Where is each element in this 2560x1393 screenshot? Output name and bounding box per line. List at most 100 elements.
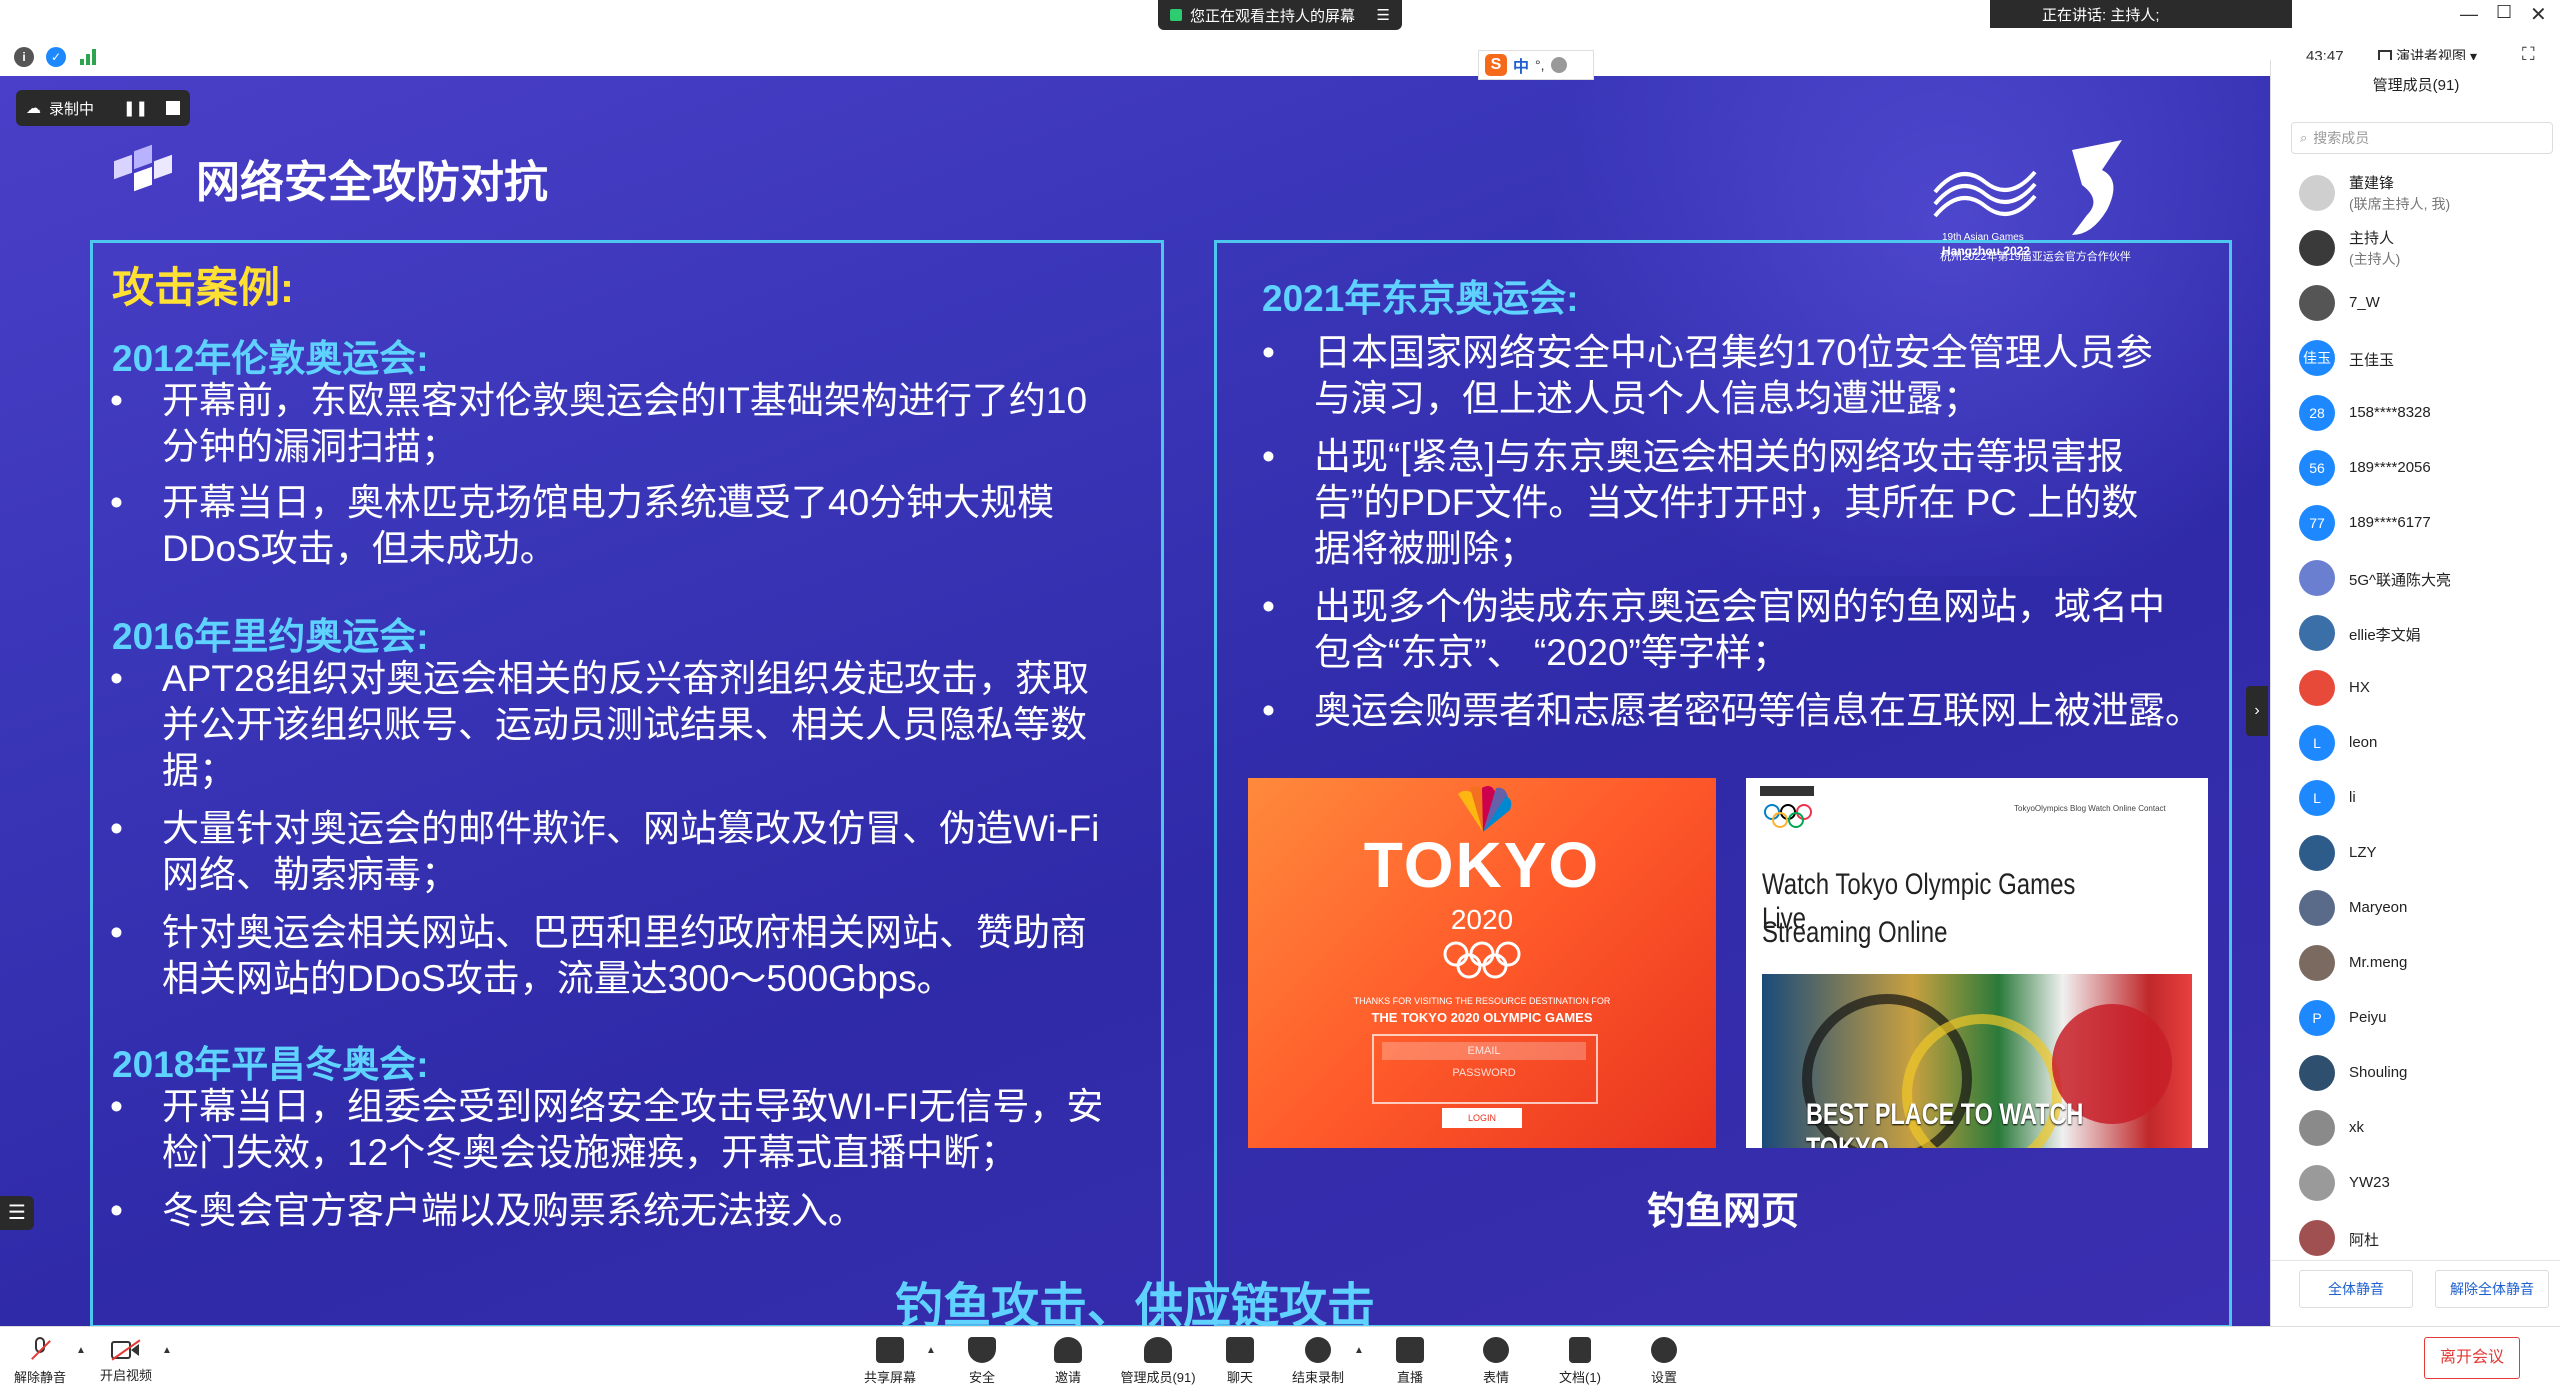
member-row[interactable]: HX	[2271, 663, 2560, 713]
avatar	[2299, 175, 2335, 211]
member-name: 189****6177	[2349, 514, 2431, 531]
start-video-button[interactable]: 开启视频	[86, 1333, 166, 1389]
close-icon[interactable]: ✕	[2530, 2, 2547, 27]
members-panel: 管理成员(91) ⌕ 搜索成员 董建锋 (联席主持人, 我) 主持人 (主持人) 7_W…	[2270, 60, 2560, 1340]
sogou-icon: S	[1485, 54, 1507, 76]
tokyo-2021-title: 2021年东京奥运会:	[1262, 278, 1579, 319]
member-name: LZY	[2349, 844, 2377, 861]
members-icon	[1144, 1337, 1172, 1363]
list-item: • 开幕前，东欧黑客对伦敦奥运会的IT基础架构进行了约10 分钟的漏洞扫描；	[110, 380, 1088, 467]
info-icon[interactable]: i	[14, 47, 34, 67]
screen-share-notice[interactable]: 您正在观看主持人的屏幕 ☰	[1158, 0, 1402, 30]
login-button[interactable]: LOGIN	[1442, 1108, 1522, 1128]
invite-button[interactable]: 邀请	[1028, 1333, 1108, 1389]
chat-bubble-icon	[1226, 1337, 1254, 1363]
video-options-icon[interactable]: ▲	[162, 1345, 172, 1356]
thanks-text: THANKS FOR VISITING THE RESOURCE DESTINA…	[1353, 996, 1611, 1006]
member-row[interactable]: Lli	[2271, 773, 2560, 823]
list-menu-icon[interactable]: ☰	[0, 1196, 34, 1230]
share-screen-icon	[876, 1337, 904, 1363]
chat-button[interactable]: 聊天	[1200, 1333, 1280, 1389]
audio-options-icon[interactable]: ▲	[76, 1345, 86, 1356]
email-field[interactable]: EMAIL	[1382, 1042, 1586, 1060]
expand-panel-button[interactable]: ›	[2246, 686, 2268, 736]
user-icon[interactable]	[1550, 57, 1567, 73]
speaking-text: 正在讲话: 主持人;	[2042, 6, 2160, 24]
unmute-all-button[interactable]: 解除全体静音	[2435, 1270, 2549, 1308]
member-row[interactable]: 阿杜	[2271, 1213, 2560, 1263]
member-row[interactable]: ellie李文娟	[2271, 608, 2560, 658]
avatar: 56	[2299, 450, 2335, 486]
record-options-icon[interactable]: ▲	[1354, 1345, 1364, 1356]
avatar	[2299, 890, 2335, 926]
members-panel-header: 管理成员(91)	[2372, 77, 2460, 94]
settings-button[interactable]: 设置	[1624, 1333, 1704, 1389]
pause-recording-icon[interactable]: ❚❚	[123, 99, 148, 117]
security-button[interactable]: 安全	[942, 1333, 1022, 1389]
member-row[interactable]: P Peiyu	[2271, 993, 2560, 1043]
shield-icon[interactable]: ✓	[46, 47, 66, 67]
phishing-caption: 钓鱼网页	[1646, 1191, 1799, 1233]
nbc-peacock-icon	[1448, 784, 1518, 834]
member-row[interactable]: 佳玉 王佳玉	[2271, 333, 2560, 383]
member-row[interactable]: YW23	[2271, 1158, 2560, 1208]
member-row[interactable]: 董建锋 (联席主持人, 我)	[2271, 168, 2560, 218]
member-row[interactable]: 主持人 (主持人)	[2271, 223, 2560, 273]
member-row[interactable]: xk	[2271, 1103, 2560, 1153]
olympic-rings-icon	[1442, 940, 1522, 980]
member-row[interactable]: LZY	[2271, 828, 2560, 878]
leave-meeting-button[interactable]: 离开会议	[2424, 1337, 2520, 1379]
member-row[interactable]: 77 189****6177	[2271, 498, 2560, 548]
share-screen-button[interactable]: 共享屏幕	[850, 1333, 930, 1389]
member-row[interactable]: 28 158****8328	[2271, 388, 2560, 438]
member-row[interactable]: Maryeon	[2271, 883, 2560, 933]
member-search-placeholder: 搜索成员	[2313, 130, 2370, 146]
member-search-box[interactable]: ⌕ 搜索成员	[2291, 122, 2553, 154]
maximize-icon[interactable]: ☐	[2496, 2, 2512, 23]
list-item: • 出现多个伪装成东京奥运会官网的钓鱼网站，域名中 包含“东京”、 “2020”等…	[1262, 586, 2165, 673]
share-status-icon	[1170, 9, 1182, 21]
member-role: (主持人)	[2349, 251, 2401, 267]
live-stream-button[interactable]: 直播	[1370, 1333, 1450, 1389]
list-item: • APT28组织对奥运会相关的反兴奋剂组织发起攻击，获取 并公开该组织账号、运动…	[110, 658, 1090, 791]
documents-button[interactable]: 文档(1)	[1540, 1333, 1620, 1389]
unmute-button[interactable]: 解除静音	[0, 1333, 80, 1389]
avatar	[2299, 1055, 2335, 1091]
end-recording-button[interactable]: 结束录制	[1278, 1333, 1358, 1389]
ime-toolbar[interactable]: S 中 °,	[1478, 50, 1594, 80]
punctuation-icon[interactable]: °,	[1535, 57, 1545, 73]
member-role: (联席主持人, 我)	[2349, 196, 2451, 212]
slide-footer: 钓鱼攻击、供应链攻击	[894, 1280, 1375, 1326]
member-row[interactable]: Lleon	[2271, 718, 2560, 768]
password-field[interactable]: PASSWORD	[1382, 1064, 1586, 1082]
cube-logo-icon	[110, 140, 180, 200]
mute-all-button[interactable]: 全体静音	[2299, 1270, 2413, 1308]
signal-icon[interactable]	[80, 49, 98, 65]
avatar	[2299, 835, 2335, 871]
recording-label: 录制中	[49, 100, 95, 118]
member-row[interactable]: 7_W	[2271, 278, 2560, 328]
member-row[interactable]: Mr.meng	[2271, 938, 2560, 988]
list-item: • 针对奥运会相关网站、巴西和里约政府相关网站、赞助商 相关网站的DDoS攻击，流…	[110, 912, 1087, 999]
member-row[interactable]: Shouling	[2271, 1048, 2560, 1098]
emoji-button[interactable]: 表情	[1456, 1333, 1536, 1389]
avatar: 28	[2299, 395, 2335, 431]
minimize-icon[interactable]: —	[2460, 4, 2478, 25]
list-item: • 开幕当日，奥林匹克场馆电力系统遭受了40分钟大规模 DDoS攻击，但未成功。	[110, 482, 1055, 569]
share-label: 共享屏幕	[863, 1370, 916, 1385]
member-row[interactable]: 5G^联通陈大亮	[2271, 553, 2560, 603]
member-name: 158****8328	[2349, 404, 2431, 421]
avatar	[2299, 1165, 2335, 1201]
avatar: L	[2299, 725, 2335, 761]
member-row[interactable]: 56 189****2056	[2271, 443, 2560, 493]
avatar	[2299, 945, 2335, 981]
ime-mode[interactable]: 中	[1513, 53, 1529, 77]
menu-icon[interactable]: ☰	[1377, 6, 1390, 24]
share-options-icon[interactable]: ▲	[926, 1345, 936, 1356]
member-name: 7_W	[2349, 294, 2380, 311]
site-nav[interactable]: TokyoOlympics Blog Watch Online Contact	[2014, 804, 2166, 813]
stop-recording-icon[interactable]	[166, 101, 180, 115]
share-notice-text: 您正在观看主持人的屏幕	[1190, 7, 1356, 25]
manage-members-button[interactable]: 管理成员(91)	[1108, 1333, 1208, 1389]
london-2012-title: 2012年伦敦奥运会:	[112, 338, 429, 379]
